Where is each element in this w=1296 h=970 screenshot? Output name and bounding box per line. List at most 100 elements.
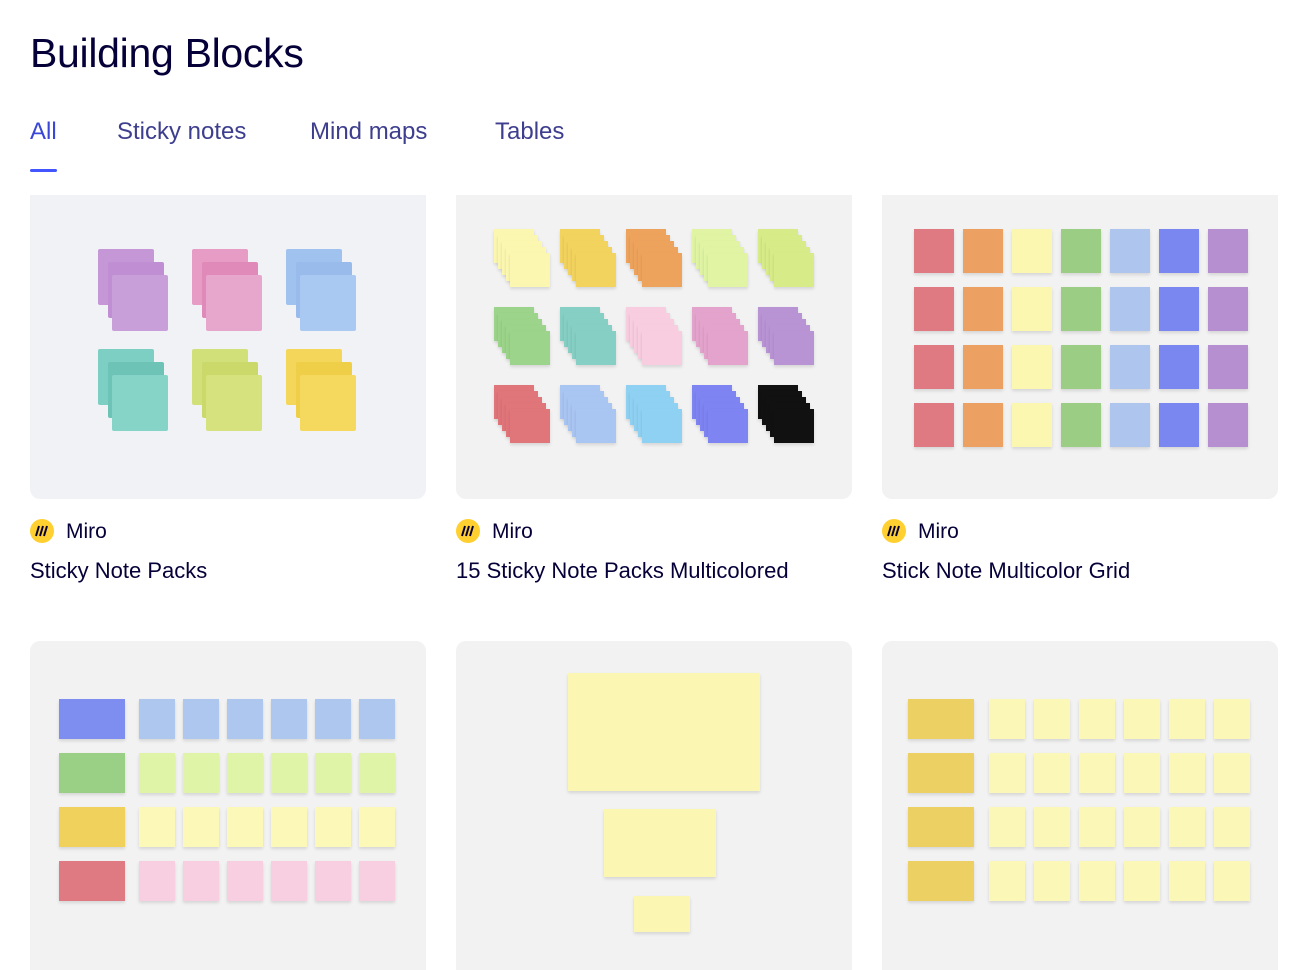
sticky-note-graphic [315,753,351,793]
sticky-note-graphic [1110,287,1150,331]
sticky-note-graphic [568,673,760,791]
tab-all[interactable]: All [30,118,57,172]
sticky-note-graphic [1208,345,1248,389]
template-thumbnail[interactable] [456,195,852,499]
sticky-note-graphic [183,753,219,793]
sticky-note-graphic [139,807,175,847]
sticky-note-graphic [59,807,125,847]
sticky-note-graphic [576,331,616,365]
template-thumbnail[interactable] [882,195,1278,499]
sticky-note-graphic [359,699,395,739]
sticky-note-graphic [774,331,814,365]
sticky-note-graphic [774,253,814,287]
tab-tables[interactable]: Tables [495,118,564,146]
sticky-note-graphic [183,807,219,847]
sticky-note-graphic [1034,861,1070,901]
sticky-note-graphic [1124,861,1160,901]
sticky-note-graphic [300,275,356,331]
sticky-note-graphic [1079,861,1115,901]
tab-mind-maps[interactable]: Mind maps [310,118,427,146]
sticky-note-graphic [271,807,307,847]
page-title: Building Blocks [30,30,304,76]
template-title[interactable]: 15 Sticky Note Packs Multicolored [456,558,789,584]
sticky-note-graphic [1012,403,1052,447]
template-title[interactable]: Stick Note Multicolor Grid [882,558,1130,584]
sticky-note-graphic [1214,807,1250,847]
template-thumbnail[interactable] [30,641,426,970]
sticky-note-graphic [576,253,616,287]
sticky-note-graphic [139,861,175,901]
sticky-note-graphic [1169,753,1205,793]
sticky-note-graphic [576,409,616,443]
sticky-note-graphic [908,753,974,793]
sticky-note-graphic [510,409,550,443]
template-card[interactable] [30,641,426,970]
sticky-note-graphic [59,699,125,739]
sticky-note-graphic [1159,403,1199,447]
sticky-note-graphic [989,807,1025,847]
sticky-note-graphic [1034,753,1070,793]
sticky-note-graphic [774,409,814,443]
sticky-note-graphic [642,253,682,287]
template-title[interactable]: Sticky Note Packs [30,558,207,584]
sticky-note-graphic [1012,345,1052,389]
sticky-note-graphic [914,287,954,331]
sticky-note-graphic [1214,753,1250,793]
sticky-note-graphic [510,253,550,287]
sticky-note-graphic [989,861,1025,901]
sticky-note-graphic [642,331,682,365]
sticky-note-graphic [1214,861,1250,901]
sticky-note-graphic [1124,699,1160,739]
sticky-note-graphic [1169,861,1205,901]
sticky-note-graphic [112,275,168,331]
template-thumbnail[interactable] [30,195,426,499]
sticky-note-graphic [206,275,262,331]
sticky-note-graphic [1079,753,1115,793]
template-thumbnail[interactable] [882,641,1278,970]
author-name: Miro [66,520,107,543]
miro-logo-icon [456,519,480,543]
sticky-note-graphic [914,229,954,273]
sticky-note-graphic [1124,807,1160,847]
author-name: Miro [492,520,533,543]
sticky-note-graphic [914,403,954,447]
sticky-note-graphic [1034,807,1070,847]
sticky-note-graphic [359,753,395,793]
sticky-note-graphic [359,807,395,847]
sticky-note-graphic [1208,229,1248,273]
sticky-note-graphic [1061,229,1101,273]
sticky-note-graphic [1169,807,1205,847]
sticky-note-graphic [315,807,351,847]
sticky-note-graphic [708,253,748,287]
miro-logo-icon [882,519,906,543]
sticky-note-graphic [139,753,175,793]
sticky-note-graphic [963,345,1003,389]
sticky-note-graphic [1061,345,1101,389]
sticky-note-graphic [1169,699,1205,739]
sticky-note-graphic [963,287,1003,331]
sticky-note-graphic [510,331,550,365]
template-card-stick-note-multicolor-grid[interactable]: Miro Stick Note Multicolor Grid [882,195,1278,589]
sticky-note-graphic [300,375,356,431]
sticky-note-graphic [1012,229,1052,273]
sticky-note-graphic [1110,345,1150,389]
sticky-note-graphic [1079,807,1115,847]
sticky-note-graphic [908,699,974,739]
template-card-15-sticky-note-packs-multicolored[interactable]: Miro 15 Sticky Note Packs Multicolored [456,195,852,589]
tab-sticky-notes[interactable]: Sticky notes [117,118,246,146]
sticky-note-graphic [1214,699,1250,739]
miro-logo-icon [30,519,54,543]
template-card[interactable] [456,641,852,970]
sticky-note-graphic [1124,753,1160,793]
author-name: Miro [918,520,959,543]
sticky-note-graphic [604,809,716,877]
template-card-sticky-note-packs[interactable]: Miro Sticky Note Packs [30,195,426,589]
sticky-note-graphic [183,699,219,739]
template-thumbnail[interactable] [456,641,852,970]
sticky-note-graphic [227,753,263,793]
sticky-note-graphic [914,345,954,389]
template-card[interactable] [882,641,1278,970]
sticky-note-graphic [708,331,748,365]
sticky-note-graphic [1061,287,1101,331]
sticky-note-graphic [227,807,263,847]
